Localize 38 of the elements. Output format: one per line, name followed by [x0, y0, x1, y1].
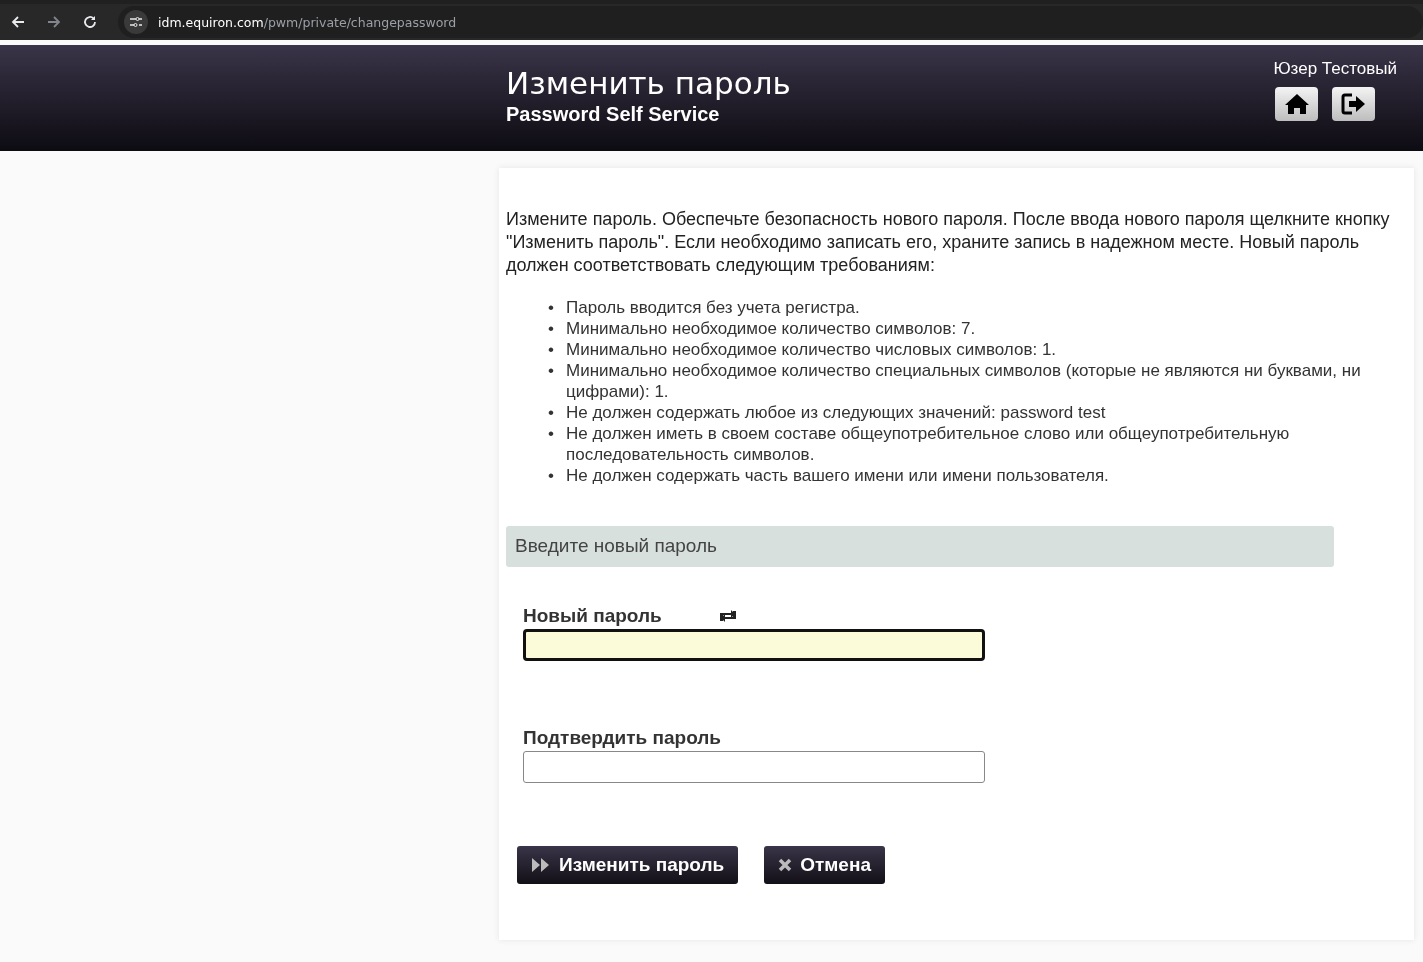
password-field[interactable] — [523, 751, 985, 783]
close-icon — [778, 858, 793, 872]
forward-icon[interactable] — [46, 14, 62, 30]
requirement-item: Минимально необходимое количество числовых символов: 1. — [566, 339, 1057, 360]
bullet: • — [548, 297, 555, 318]
section-heading: Введите новый пароль — [506, 526, 1334, 567]
bullet: • — [548, 318, 555, 339]
bullet: • — [548, 339, 555, 360]
bullet: • — [548, 465, 555, 486]
field-label: Подтвердить пароль — [523, 727, 722, 749]
site-settings-icon[interactable] — [124, 10, 148, 34]
cancel-button[interactable]: Отмена — [764, 846, 885, 884]
change-password-button[interactable]: Изменить пароль — [517, 846, 739, 884]
requirement-item: Не должен иметь в своем составе общеупотребительное слово или общеупотребительную последовательность символов. — [566, 423, 1291, 465]
reload-icon[interactable] — [82, 14, 98, 30]
fast-forward-icon — [531, 857, 551, 873]
logout-icon — [1340, 93, 1367, 115]
page-title: Изменить пароль — [506, 65, 791, 101]
url-text: idm.equiron.com/pwm/private/changepassword — [158, 14, 457, 30]
bullet: • — [548, 360, 555, 381]
address-bar[interactable]: idm.equiron.com/pwm/private/changepassword — [118, 6, 1423, 38]
back-icon[interactable] — [10, 14, 26, 30]
page-subtitle: Password Self Service — [506, 102, 721, 127]
field-label: Новый пароль — [523, 605, 662, 627]
bullet: • — [548, 423, 555, 444]
home-button[interactable] — [1275, 87, 1318, 121]
intro-text: Измените пароль. Обеспечьте безопасность нового пароля. После ввода нового пароля щелкните кнопку "Изменить пароль". Если необходимо записать его, храните запись в надежном месте. Новый пароль должен соответствовать следующим требованиям: — [506, 208, 1391, 277]
refresh-icon[interactable] — [717, 609, 738, 623]
requirement-item: Минимально необходимое количество символов: 7. — [566, 318, 976, 339]
home-icon — [1284, 93, 1309, 115]
requirement-item: Пароль вводится без учета регистра. — [566, 297, 860, 318]
requirement-item: Минимально необходимое количество специальных символов (которые не являются ни буквами, ни цифрами): 1. — [566, 360, 1362, 402]
password-field[interactable] — [523, 629, 985, 661]
requirement-item: Не должен содержать любое из следующих значений: password test — [566, 402, 1106, 423]
user-name: Юзер Тестовый — [1273, 59, 1397, 79]
bullet: • — [548, 402, 555, 423]
requirement-item: Не должен содержать часть вашего имени или имени пользователя. — [566, 465, 1109, 486]
logout-button[interactable] — [1332, 87, 1375, 121]
